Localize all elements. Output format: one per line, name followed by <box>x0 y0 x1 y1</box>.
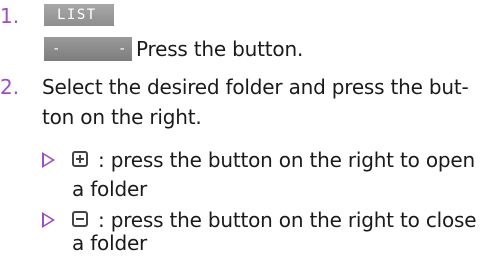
minus-box-icon <box>72 211 88 227</box>
bullet-2-text-line-1: : press the button on the right to close <box>98 208 477 232</box>
step-number-2: 2. <box>0 75 20 99</box>
plus-box-icon <box>72 151 88 167</box>
bullet-1-text-line-1: : press the button on the right to open <box>98 148 475 172</box>
step-2-text-line-1: Select the desired folder and press the … <box>42 75 469 99</box>
bullet-2-text-line-2: a folder <box>72 231 148 255</box>
control-button-right-label: - <box>118 41 127 57</box>
bullet-triangle-icon <box>42 152 55 168</box>
bullet-1-text-line-2: a folder <box>72 177 148 201</box>
step-number-1: 1. <box>0 4 20 28</box>
step-1-text: Press the button. <box>136 37 304 61</box>
bullet-triangle-icon <box>42 212 55 228</box>
step-2-text-line-2: ton on the right. <box>42 105 202 129</box>
minus-horizontal-stroke <box>76 218 84 220</box>
control-button-left-label: - <box>52 41 61 57</box>
plus-vertical-stroke <box>79 155 81 163</box>
list-button[interactable]: LIST <box>44 4 114 26</box>
control-button[interactable]: - - <box>44 37 132 61</box>
